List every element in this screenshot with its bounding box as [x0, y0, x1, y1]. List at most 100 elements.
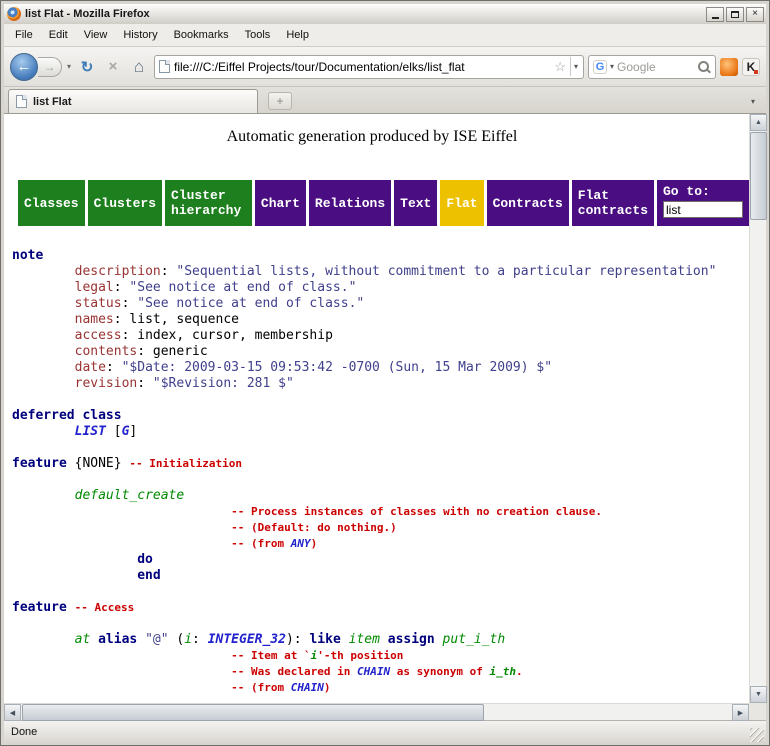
nav-button-cluster-hierarchy[interactable]: Cluster hierarchy — [165, 180, 252, 226]
code-line: at alias "@" (i: INTEGER_32): like item … — [12, 632, 749, 648]
code-line: status: "See notice at end of class." — [12, 296, 749, 312]
url-dropdown-icon[interactable]: ▾ — [570, 57, 581, 76]
extension-icon-k[interactable]: K — [742, 58, 760, 76]
status-bar: Done — [4, 720, 766, 742]
close-button[interactable]: × — [746, 7, 764, 22]
code-line: -- (Default: do nothing.) — [12, 520, 749, 536]
history-dropdown-icon[interactable]: ▾ — [66, 62, 72, 71]
vertical-scrollbar[interactable]: ▲ ▼ — [749, 114, 766, 703]
code-text — [137, 632, 145, 647]
bookmark-star-icon[interactable]: ☆ — [554, 60, 566, 73]
string-literal: "$Date: 2009-03-15 09:53:42 -0700 (Sun, … — [122, 360, 552, 375]
search-input[interactable]: Google — [617, 60, 694, 74]
google-engine-icon[interactable]: G — [593, 60, 607, 74]
menu-item-bookmarks[interactable]: Bookmarks — [166, 26, 237, 44]
new-tab-button[interactable]: + — [268, 92, 292, 110]
code-line: feature -- Access — [12, 600, 749, 616]
scroll-left-button[interactable]: ◀ — [4, 704, 21, 721]
class-link[interactable]: CHAIN — [291, 681, 324, 694]
stop-button[interactable]: × — [102, 56, 124, 78]
title-bar[interactable]: list Flat - Mozilla Firefox × — [4, 4, 766, 24]
keyword: like — [309, 632, 340, 647]
nav-button-label: Classes — [24, 196, 79, 211]
nav-button-relations[interactable]: Relations — [309, 180, 391, 226]
class-link[interactable]: CHAIN — [357, 665, 390, 678]
status-text: Done — [11, 726, 750, 738]
home-button[interactable]: ⌂ — [128, 56, 150, 78]
nav-button-label: Go to: — [663, 184, 710, 199]
goto-input[interactable] — [663, 201, 743, 218]
nav-button-contracts[interactable]: Contracts — [487, 180, 569, 226]
feature-name: default_create — [75, 488, 185, 503]
nav-button-text[interactable]: Text — [394, 180, 437, 226]
keyword: do — [137, 552, 153, 567]
tab-favicon — [16, 95, 27, 108]
search-icon[interactable] — [697, 60, 711, 74]
nav-button-label: Clusters — [94, 196, 156, 211]
scroll-up-button[interactable]: ▲ — [750, 114, 767, 131]
menu-item-edit[interactable]: Edit — [41, 26, 76, 44]
note-tag: description — [75, 264, 161, 279]
search-engine-dropdown-icon[interactable]: ▾ — [610, 62, 614, 71]
comment: -- Was declared in — [231, 665, 357, 678]
nav-button-label: Text — [400, 196, 431, 211]
nav-button-flat[interactable]: Flat — [440, 180, 483, 226]
firefox-icon — [7, 7, 21, 21]
nav-button-clusters[interactable]: Clusters — [88, 180, 162, 226]
code-text — [341, 632, 349, 647]
forward-button[interactable]: → — [38, 57, 62, 77]
menu-item-view[interactable]: View — [76, 26, 116, 44]
scroll-right-button[interactable]: ▶ — [732, 704, 749, 721]
comment: as synonym of — [390, 665, 489, 678]
code-line: note — [12, 248, 749, 264]
menu-item-help[interactable]: Help — [278, 26, 317, 44]
scrollbar-corner — [749, 703, 766, 720]
horizontal-scroll-thumb[interactable] — [22, 704, 484, 721]
class-link[interactable]: INTEGER_32 — [208, 632, 286, 647]
extension-icon-orange[interactable] — [720, 58, 738, 76]
code-line: access: index, cursor, membership — [12, 328, 749, 344]
vertical-scroll-thumb[interactable] — [750, 132, 767, 220]
nav-button-label: Flat contracts — [578, 188, 648, 218]
nav-button-flat-contracts[interactable]: Flat contracts — [572, 180, 654, 226]
menu-bar: FileEditViewHistoryBookmarksToolsHelp — [4, 24, 766, 47]
back-button[interactable]: ← — [10, 53, 38, 81]
comment: -- Initialization — [129, 457, 242, 470]
code-line: do — [12, 552, 749, 568]
note-tag: names — [75, 312, 114, 327]
firefox-window: list Flat - Mozilla Firefox × FileEditVi… — [0, 0, 770, 746]
minimize-button[interactable] — [706, 7, 724, 22]
reload-button[interactable]: ↻ — [76, 56, 98, 78]
nav-button-go-to[interactable]: Go to: — [657, 180, 749, 226]
horizontal-scrollbar[interactable]: ◀ ▶ — [4, 703, 749, 720]
navigation-toolbar: ← → ▾ ↻ × ⌂ file:///C:/Eiffel Projects/t… — [4, 47, 766, 87]
string-literal: "Sequential lists, without commitment to… — [176, 264, 716, 279]
comment: -- Process instances of classes with no … — [231, 505, 602, 518]
doc-nav-buttons: Classes Clusters Cluster hierarchy Chart Rel… — [18, 180, 749, 226]
feature-name: item — [349, 632, 380, 647]
search-box[interactable]: G ▾ Google — [588, 55, 716, 79]
url-text[interactable]: file:///C:/Eiffel Projects/tour/Document… — [174, 60, 550, 74]
nav-button-label: Chart — [261, 196, 300, 211]
menu-item-file[interactable]: File — [7, 26, 41, 44]
comment: -- Access — [75, 601, 135, 614]
string-literal: "$Revision: 281 $" — [153, 376, 294, 391]
code-line: feature {NONE} -- Initialization — [12, 456, 749, 472]
class-link[interactable]: LIST — [75, 424, 106, 439]
scroll-down-button[interactable]: ▼ — [750, 686, 767, 703]
nav-button-classes[interactable]: Classes — [18, 180, 85, 226]
maximize-button[interactable] — [726, 7, 744, 22]
code-line: names: list, sequence — [12, 312, 749, 328]
menu-item-tools[interactable]: Tools — [237, 26, 279, 44]
keyword: feature — [12, 456, 67, 471]
resize-grip[interactable] — [750, 728, 764, 742]
string-literal: "See notice at end of class." — [137, 296, 364, 311]
tab-list-flat[interactable]: list Flat — [8, 89, 258, 113]
code-line: default_create — [12, 488, 749, 504]
address-bar[interactable]: file:///C:/Eiffel Projects/tour/Document… — [154, 55, 584, 79]
menu-item-history[interactable]: History — [115, 26, 165, 44]
class-link[interactable]: ANY — [291, 537, 311, 550]
comment: '-th position — [317, 649, 403, 662]
nav-button-chart[interactable]: Chart — [255, 180, 306, 226]
list-all-tabs-button[interactable]: ▾ — [744, 92, 762, 110]
